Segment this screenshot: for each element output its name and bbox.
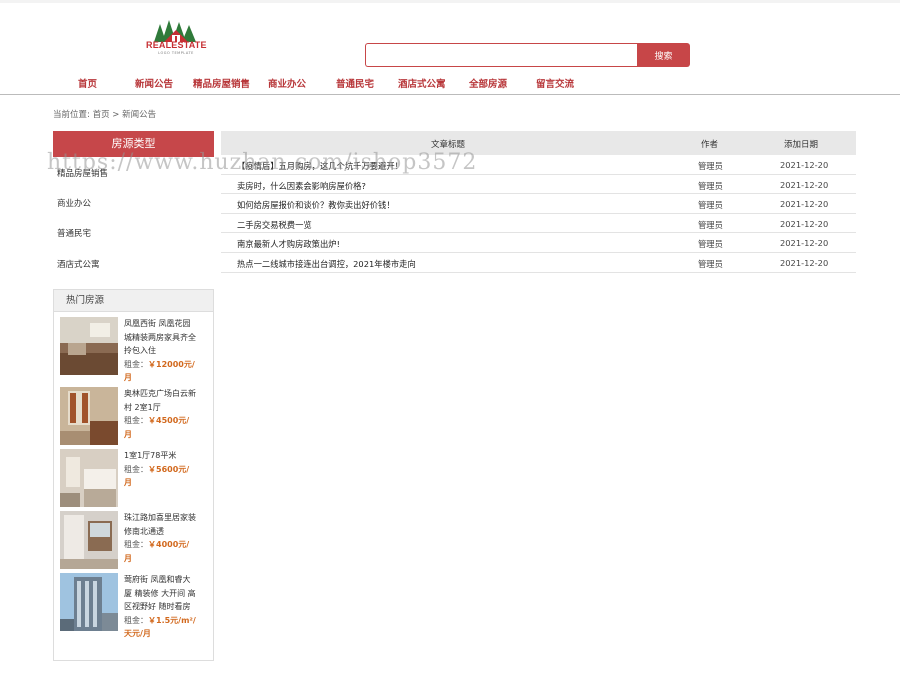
rent-label: 租金：	[124, 540, 148, 549]
listing-title[interactable]: 珠江路加喜里居家装修南北通透	[124, 511, 196, 538]
column-header-author: 作者	[701, 140, 719, 150]
listing-title[interactable]: 凤凰西街 凤凰花园 城精装两房家具齐全拎包入住	[124, 317, 196, 358]
rent-label: 租金：	[124, 359, 148, 369]
listing-title[interactable]: 奥林匹克广场白云新村 2室1厅	[124, 387, 196, 414]
site-logo[interactable]: REALESTATE LOGO TEMPLATE	[146, 20, 206, 58]
rent-label: 租金：	[124, 416, 148, 425]
nav-item-all-listings[interactable]: 全部房源	[469, 76, 507, 90]
listing-title[interactable]: 莺府街 凤凰和睿大厦 精装修 大开间 高区视野好 随时看房	[124, 573, 196, 614]
table-row: 南京最新人才购房政策出炉! 管理员 2021-12-20	[221, 233, 856, 253]
nav-item-serviced-apartment[interactable]: 酒店式公寓	[398, 76, 446, 90]
article-author: 管理员	[698, 219, 723, 230]
article-author: 管理员	[698, 239, 723, 250]
table-row: 二手房交易税费一览 管理员 2021-12-20	[221, 214, 856, 234]
article-date: 2021-12-20	[780, 160, 829, 170]
table-row: 卖房时，什么因素会影响房屋价格? 管理员 2021-12-20	[221, 175, 856, 195]
article-title-link[interactable]: 如何给房屋报价和谈价？教你卖出好价钱！	[237, 199, 395, 211]
rent-label: 租金：	[124, 615, 148, 625]
hot-listings-panel: 热门房源 凤凰西街 凤凰花园 城精装两房家具齐全拎包入住 租金：￥12000元/…	[53, 289, 214, 661]
category-header: 房源类型	[53, 131, 214, 157]
article-title-link[interactable]: 南京最新人才购房政策出炉!	[237, 238, 340, 250]
listing-photo[interactable]	[60, 573, 118, 631]
nav-item-residential[interactable]: 普通民宅	[336, 76, 374, 90]
search-button[interactable]: 搜索	[637, 43, 690, 67]
article-date: 2021-12-20	[780, 257, 829, 268]
article-date: 2021-12-20	[780, 179, 829, 190]
article-date: 2021-12-20	[780, 199, 829, 210]
table-row: 热点一二线城市接连出台调控，2021年楼市走向 管理员 2021-12-20	[221, 253, 856, 273]
nav-item-guestbook[interactable]: 留言交流	[536, 76, 574, 90]
table-row: 如何给房屋报价和谈价？教你卖出好价钱！ 管理员 2021-12-20	[221, 194, 856, 214]
news-table: 文章标题 作者 添加日期 【疫情后】五月购房，这几个坑千万要避开！ 管理员 20…	[221, 131, 856, 273]
column-header-date: 添加日期	[784, 140, 819, 150]
search-input[interactable]	[365, 43, 638, 67]
nav-item-news[interactable]: 新闻公告	[135, 76, 173, 90]
column-header-title: 文章标题	[431, 140, 466, 150]
category-item-serviced-apartment[interactable]: 酒店式公寓	[57, 258, 100, 270]
article-date: 2021-12-20	[780, 238, 829, 249]
listing-photo[interactable]	[60, 317, 118, 375]
breadcrumb: 当前位置: 首页 > 新闻公告	[53, 110, 157, 120]
table-row: 【疫情后】五月购房，这几个坑千万要避开！ 管理员 2021-12-20	[221, 155, 856, 175]
listing-title[interactable]: 1室1厅78平米	[124, 449, 196, 463]
article-title-link[interactable]: 卖房时，什么因素会影响房屋价格?	[237, 180, 366, 192]
article-title-link[interactable]: 二手房交易税费一览	[237, 219, 312, 231]
main-nav: 首页 新闻公告 精品房屋销售 商业办公 普通民宅 酒店式公寓 全部房源 留言交流	[0, 76, 900, 95]
article-author: 管理员	[698, 258, 723, 269]
logo-subtext: LOGO TEMPLATE	[158, 51, 194, 55]
article-title-link[interactable]: 热点一二线城市接连出台调控，2021年楼市走向	[237, 258, 416, 270]
article-title-link[interactable]: 【疫情后】五月购房，这几个坑千万要避开！	[237, 160, 403, 172]
nav-item-home[interactable]: 首页	[78, 76, 97, 90]
category-item-residential[interactable]: 普通民宅	[57, 227, 91, 239]
logo-text: REALESTATE	[146, 40, 207, 50]
nav-item-commercial[interactable]: 商业办公	[268, 76, 306, 90]
top-strip	[0, 0, 900, 3]
table-header: 文章标题 作者 添加日期	[221, 131, 856, 155]
article-author: 管理员	[698, 180, 723, 191]
rent-label: 租金：	[124, 464, 148, 474]
house-trees-icon	[154, 20, 196, 42]
article-author: 管理员	[698, 161, 723, 171]
listing-photo[interactable]	[60, 511, 118, 569]
nav-item-premium-sales[interactable]: 精品房屋销售	[193, 76, 250, 90]
article-date: 2021-12-20	[780, 218, 829, 229]
listing-photo[interactable]	[60, 449, 118, 507]
category-item-premium-sales[interactable]: 精品房屋销售	[57, 167, 108, 179]
listing-photo[interactable]	[60, 387, 118, 445]
hot-listings-title: 热门房源	[54, 290, 213, 312]
category-item-commercial[interactable]: 商业办公	[57, 197, 91, 209]
article-author: 管理员	[698, 200, 723, 211]
